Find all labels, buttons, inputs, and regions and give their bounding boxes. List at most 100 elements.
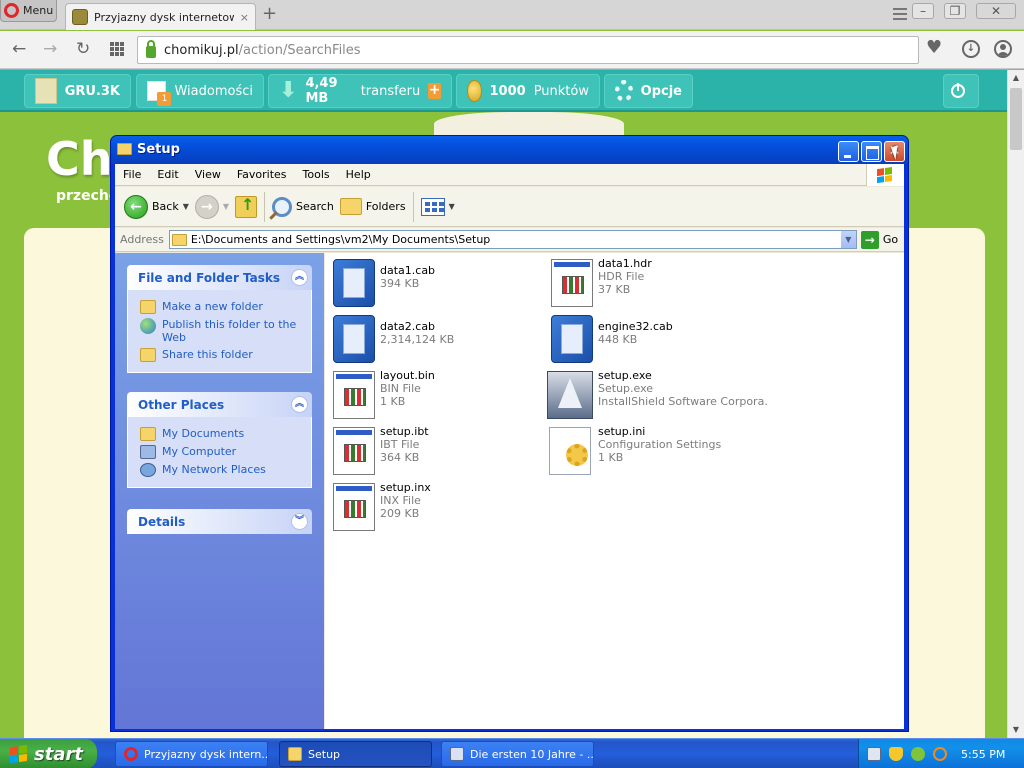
browser-close-button[interactable]: ✕ [976, 3, 1016, 19]
forward-arrow-icon: → [194, 194, 219, 219]
points-button[interactable]: 1000 Punktów [456, 74, 600, 108]
opera-menu-button[interactable]: Menu [0, 0, 57, 22]
file-description: InstallShield Software Corpora... [598, 395, 768, 408]
page-scrollbar[interactable]: ▲ ▼ [1007, 70, 1024, 738]
taskbar-item-app[interactable]: Die ersten 10 Jahre - ... [441, 741, 594, 767]
collapse-chevron-icon[interactable]: ︽ [291, 269, 308, 286]
security-shield-icon[interactable] [889, 747, 903, 761]
menu-view[interactable]: View [187, 168, 229, 181]
file-item[interactable]: engine32.cab 448 KB [551, 315, 766, 367]
link-label: Share this folder [162, 348, 253, 361]
search-icon [272, 196, 293, 217]
scrollbar-thumb[interactable] [1010, 88, 1022, 150]
explorer-title-bar[interactable]: Setup ✕ [111, 136, 908, 164]
menu-edit[interactable]: Edit [149, 168, 186, 181]
menu-favorites[interactable]: Favorites [229, 168, 295, 181]
points-label: Punktów [533, 83, 589, 99]
file-item[interactable]: data1.cab 394 KB [333, 259, 548, 311]
menu-file[interactable]: File [115, 168, 149, 181]
up-folder-button[interactable] [232, 190, 260, 224]
transfer-button[interactable]: ⬇ 4,49 MB transferu + [268, 74, 452, 108]
task-pane: File and Folder Tasks ︽ Make a new folde… [115, 253, 324, 729]
share-folder-link[interactable]: Share this folder [140, 348, 311, 362]
forward-button[interactable]: → ▼ [192, 190, 232, 224]
back-dropdown-icon[interactable]: ▼ [183, 202, 189, 211]
taskbar-item-setup[interactable]: Setup [279, 741, 432, 767]
new-tab-button[interactable]: + [262, 4, 277, 24]
panel-body: Make a new folder Publish this folder to… [127, 290, 312, 373]
back-button[interactable]: ← Back ▼ [121, 190, 192, 224]
make-new-folder-link[interactable]: Make a new folder [140, 300, 311, 314]
file-item[interactable]: setup.ini Configuration Settings 1 KB [549, 425, 764, 479]
file-size: 364 KB [380, 451, 420, 464]
bookmark-heart-icon[interactable]: ♥ [926, 39, 942, 57]
taskbar-item-opera[interactable]: Przyjazny dysk intern... [115, 741, 268, 767]
file-item[interactable]: setup.ibt IBT File 364 KB [333, 425, 548, 479]
minimize-button[interactable] [838, 141, 859, 162]
options-button[interactable]: Opcje [604, 74, 693, 108]
tab-menu-icon[interactable] [893, 8, 907, 20]
maximize-button[interactable] [861, 141, 882, 162]
file-item[interactable]: setup.exe Setup.exe InstallShield Software… [547, 369, 768, 423]
document-icon [333, 371, 375, 419]
browser-maximize-button[interactable]: ❐ [944, 3, 966, 19]
scroll-up-icon[interactable]: ▲ [1008, 70, 1024, 86]
my-documents-link[interactable]: My Documents [140, 427, 311, 441]
expand-chevron-icon[interactable]: ︾ [291, 513, 308, 530]
my-computer-link[interactable]: My Computer [140, 445, 311, 459]
power-icon [951, 83, 965, 98]
cab-icon [551, 315, 593, 363]
folders-button[interactable]: Folders [337, 190, 409, 224]
reload-icon[interactable]: ↻ [76, 40, 90, 58]
account-icon[interactable] [994, 40, 1012, 58]
username-label: GRU.3K [64, 83, 120, 99]
document-icon [551, 259, 593, 307]
add-transfer-icon[interactable]: + [428, 83, 441, 99]
address-dropdown-icon[interactable]: ▼ [839, 231, 856, 248]
user-account-button[interactable]: GRU.3K [24, 74, 131, 108]
search-icon[interactable] [933, 747, 947, 761]
clock[interactable]: 5:55 PM [961, 748, 1005, 761]
forward-arrow-icon[interactable]: → [43, 40, 57, 58]
file-folder-tasks-header[interactable]: File and Folder Tasks ︽ [127, 265, 312, 290]
back-arrow-icon: ← [124, 194, 148, 219]
publish-folder-link[interactable]: Publish this folder to the Web [140, 318, 311, 344]
address-field[interactable]: E:\Documents and Settings\vm2\My Documen… [168, 230, 857, 249]
speed-dial-grid-icon[interactable] [110, 42, 124, 56]
search-button[interactable]: Search [269, 190, 337, 224]
url-field[interactable]: chomikuj.pl/action/SearchFiles [137, 36, 919, 64]
details-header[interactable]: Details ︾ [127, 509, 312, 534]
browser-minimize-button[interactable]: – [912, 3, 934, 19]
browser-tab[interactable]: Przyjazny dysk internetowy × [65, 3, 256, 30]
forward-dropdown-icon[interactable]: ▼ [223, 202, 229, 211]
tab-close-icon[interactable]: × [240, 11, 249, 24]
file-name: engine32.cab [598, 320, 673, 333]
file-item[interactable]: setup.inx INX File 209 KB [333, 481, 548, 535]
menu-tools[interactable]: Tools [295, 168, 338, 181]
download-icon[interactable]: ↓ [962, 40, 980, 58]
menu-help[interactable]: Help [338, 168, 379, 181]
browser-tab-bar: Menu Przyjazny dysk internetowy × + – ❐ … [0, 0, 1024, 30]
network-icon[interactable] [911, 747, 925, 761]
explorer-window: Setup ✕ File Edit View Favorites Tools H… [110, 135, 909, 732]
keyboard-icon[interactable] [867, 747, 881, 761]
views-dropdown-icon[interactable]: ▼ [449, 202, 455, 211]
back-arrow-icon[interactable]: ← [12, 40, 26, 58]
system-tray: 5:55 PM [858, 739, 1024, 768]
views-button[interactable]: ▼ [418, 190, 458, 224]
other-places-header[interactable]: Other Places ︽ [127, 392, 312, 417]
opera-logo-icon [4, 3, 19, 18]
file-name: data1.hdr [598, 257, 652, 270]
file-item[interactable]: data2.cab 2,314,124 KB [333, 315, 548, 367]
go-button[interactable]: → Go [860, 230, 898, 249]
coins-icon [467, 80, 482, 102]
scroll-down-icon[interactable]: ▼ [1008, 722, 1024, 738]
my-network-places-link[interactable]: My Network Places [140, 463, 311, 477]
file-item[interactable]: layout.bin BIN File 1 KB [333, 369, 548, 423]
file-item[interactable]: data1.hdr HDR File 37 KB [551, 257, 766, 311]
messages-button[interactable]: Wiadomości [136, 74, 264, 108]
logout-button[interactable] [943, 74, 979, 108]
collapse-chevron-icon[interactable]: ︽ [291, 396, 308, 413]
new-folder-icon [140, 300, 156, 314]
start-button[interactable]: start [0, 739, 97, 768]
